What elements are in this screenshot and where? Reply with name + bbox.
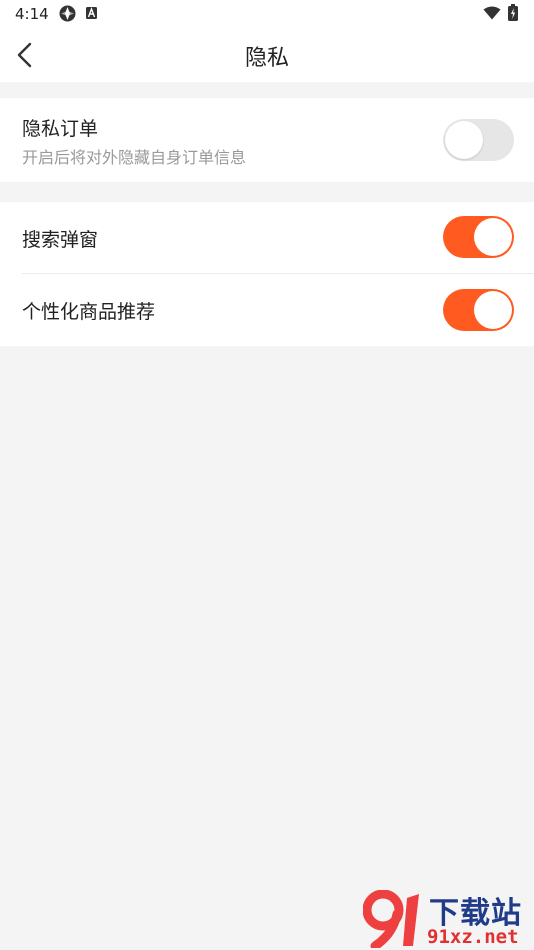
recommend-settings-card: 搜索弹窗 个性化商品推荐 [0,202,534,346]
app-header: 隐私 [0,28,534,82]
private-order-card: 隐私订单 开启后将对外隐藏自身订单信息 [0,98,534,182]
status-bar: 4:14 [0,0,534,28]
watermark-logo-icon [363,890,419,948]
wifi-icon [483,6,501,20]
search-popup-title: 搜索弹窗 [22,229,99,251]
personalized-recommend-title: 个性化商品推荐 [22,301,156,323]
toggle-knob [474,218,512,256]
private-order-row: 隐私订单 开启后将对外隐藏自身订单信息 [0,98,534,182]
personalized-recommend-toggle[interactable] [443,289,514,331]
toggle-knob [474,291,512,329]
a-notification-icon [86,7,97,19]
watermark-url: 91xz.net [427,926,519,948]
private-order-title: 隐私订单 [22,118,99,140]
battery-icon [508,4,518,21]
app-notification-icon [59,5,76,22]
private-order-toggle[interactable] [443,119,514,161]
personalized-recommend-row: 个性化商品推荐 [0,274,534,346]
toggle-knob [445,121,483,159]
status-time: 4:14 [15,5,49,23]
search-popup-toggle[interactable] [443,216,514,258]
search-popup-row: 搜索弹窗 [0,202,534,274]
watermark: 下载站 91xz.net [363,888,534,950]
page-title: 隐私 [244,46,289,71]
private-order-subtitle: 开启后将对外隐藏自身订单信息 [22,148,247,167]
